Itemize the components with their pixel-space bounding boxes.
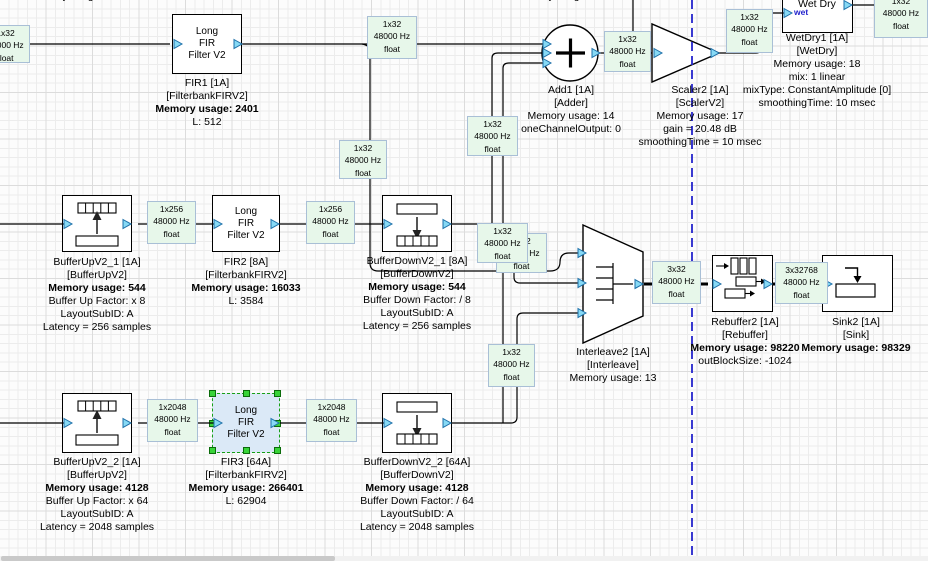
selection-handle[interactable] [274,390,281,397]
caption-line: [FilterbankFIRV2] [47,90,367,103]
fir1-body-label: Long FIR Filter V2 [173,15,241,73]
add1-input-pin-1[interactable] [543,40,551,49]
wire-type-label: 1x256 48000 Hz float [147,201,196,244]
caption-line: Latency = 2048 samples [0,521,257,534]
selection-handle[interactable] [209,447,216,454]
selection-handle[interactable] [274,447,281,454]
caption-line: Buffer Down Factor: / 64 [257,495,577,508]
block-bufferdownv2-2[interactable] [382,393,452,453]
clipped-caption-top-left: Memory usage: 0 [30,0,111,2]
wire-type-label: 1x256 48000 Hz float [306,201,355,244]
caption-line: mixType: ConstantAmplitude [0] [657,84,928,97]
interleave2-input-pin-1[interactable] [578,249,586,258]
caption-line: LayoutSubID: A [257,307,577,320]
caption-line: Latency = 256 samples [257,320,577,333]
caption-line: LayoutSubID: A [257,508,577,521]
block-fir2[interactable]: Long FIR Filter V2 [212,195,280,252]
wetdry1-wet-pin-label: wet [794,7,808,17]
selection-handle[interactable] [243,390,250,397]
caption-line: Memory usage: 17 [540,110,860,123]
wire-type-label: 3x32768 48000 Hz float [775,262,828,304]
caption-line: Memory usage: 13 [453,372,773,385]
add1-input-pin-2[interactable] [543,49,551,58]
sink2-caption: Sink2 [1A] [Sink] Memory usage: 98329 [696,316,928,355]
caption-line: smoothingTime: 10 msec [657,97,928,110]
interleave2-output-pin[interactable] [635,280,643,289]
caption-line: L: 512 [47,116,367,129]
caption-line: Latency = 2048 samples [257,521,577,534]
caption-line: WetDry1 [1A] [657,32,928,45]
caption-line: gain = 20.48 dB [540,123,860,136]
block-bufferupv2-2[interactable] [62,393,132,453]
layout-canvas[interactable]: Long FIR Filter V2 Wet Dry wet Long FIR … [0,0,928,561]
caption-line: [BufferDownV2] [257,469,577,482]
block-rebuffer2[interactable] [712,255,773,312]
caption-line: Memory usage: 4128 [257,482,577,495]
fir1-caption: FIR1 [1A] [FilterbankFIRV2] Memory usage… [47,77,367,129]
block-add1[interactable] [542,25,598,81]
block-fir3-selected[interactable]: Long FIR Filter V2 [212,393,280,453]
bufferdownv2-2-caption: BufferDownV2_2 [64A] [BufferDownV2] Memo… [257,456,577,534]
caption-line: Memory usage: 98329 [696,342,928,355]
wire-type-label: 1x2048 48000 Hz float [306,399,357,442]
caption-line: Memory usage: 544 [257,281,577,294]
caption-line: [BufferDownV2] [257,268,577,281]
interleave2-input-pin-2[interactable] [578,279,586,288]
wire-type-label: 1x32 48000 Hz float [367,16,417,59]
block-sink2[interactable] [822,255,893,312]
caption-line: Memory usage: 18 [657,58,928,71]
block-bufferupv2-1[interactable] [62,195,132,252]
caption-line: [Sink] [696,329,928,342]
caption-line: BufferDownV2_2 [64A] [257,456,577,469]
wire-type-label: 1x32 48000 Hz float [604,31,651,72]
add1-output-pin[interactable] [592,49,600,58]
selection-handle[interactable] [243,447,250,454]
caption-line: outBlockSize: -1024 [585,355,905,368]
add1-input-pin-3[interactable] [543,59,551,68]
wire-type-label: 1x32 48000 Hz float [339,140,387,179]
fir2-body-label: Long FIR Filter V2 [213,196,279,251]
block-bufferdownv2-1[interactable] [382,195,452,252]
block-fir1[interactable]: Long FIR Filter V2 [172,14,242,74]
selection-handle[interactable] [209,390,216,397]
wire-type-label: 3x32 48000 Hz float [652,261,701,304]
caption-line: Memory usage: 2401 [47,103,367,116]
selection-handle[interactable] [209,420,216,427]
wire-type-label: 1x2048 48000 Hz float [147,399,198,442]
caption-line: BufferDownV2_1 [8A] [257,255,577,268]
caption-line: Latency = 256 samples [0,321,257,334]
caption-line: LayoutSubID: A [0,508,257,521]
wetdry1-caption: WetDry1 [1A] [WetDry] Memory usage: 18 m… [657,32,928,110]
caption-line: Buffer Down Factor: / 8 [257,294,577,307]
interleave-icon [596,263,633,304]
caption-line: mix: 1 linear [657,71,928,84]
horizontal-scrollbar-thumb[interactable] [1,556,335,561]
caption-line: LayoutSubID: A [0,308,257,321]
wire-type-label: 1x32 48000 Hz float [0,25,30,63]
selection-handle[interactable] [274,420,281,427]
caption-line: smoothingTime = 10 msec [540,136,860,149]
bufferdownv2-1-caption: BufferDownV2_1 [8A] [BufferDownV2] Memor… [257,255,577,333]
caption-line: [WetDry] [657,45,928,58]
clipped-caption-top-center: Memory usage: 0 [516,0,597,2]
caption-line: Sink2 [1A] [696,316,928,329]
caption-line: FIR1 [1A] [47,77,367,90]
plus-icon [556,39,585,68]
fir3-body-label: Long FIR Filter V2 [213,394,279,452]
